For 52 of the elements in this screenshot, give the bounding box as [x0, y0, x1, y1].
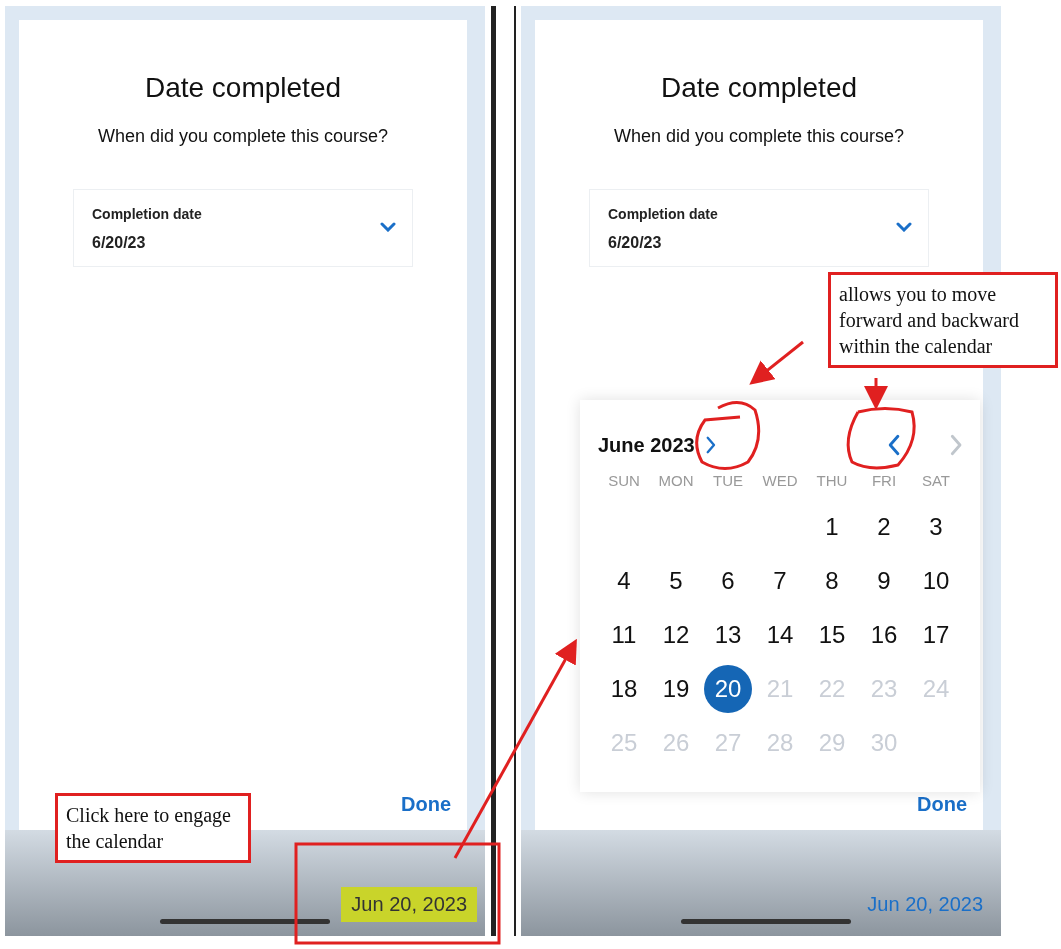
weekday-label: SUN	[607, 472, 641, 491]
weekday-label: FRI	[870, 472, 898, 491]
calendar-day[interactable]: 11	[600, 611, 648, 659]
done-button[interactable]: Done	[391, 789, 461, 820]
annotation-note: allows you to move forward and backward within the calendar	[828, 272, 1058, 368]
calendar-day[interactable]: 15	[808, 611, 856, 659]
chevron-right-icon	[948, 434, 962, 456]
calendar-day[interactable]: 14	[756, 611, 804, 659]
annotation-arrow	[864, 378, 888, 410]
circle-mark	[846, 407, 916, 470]
chevron-down-icon	[896, 222, 912, 232]
annotation-arrow	[749, 340, 804, 385]
date-button[interactable]: Jun 20, 2023	[341, 887, 477, 922]
calendar-day[interactable]: 17	[912, 611, 960, 659]
calendar-day[interactable]: 10	[912, 557, 960, 605]
screen-title: Date completed	[660, 72, 858, 104]
chevron-right-icon	[704, 436, 716, 454]
weekday-label: THU	[815, 472, 849, 491]
calendar-day[interactable]: 2	[860, 503, 908, 551]
field-value: 6/20/23	[608, 234, 663, 252]
calendar-day[interactable]: 19	[652, 665, 700, 713]
chevron-left-icon	[887, 434, 901, 456]
calendar-day[interactable]: 5	[652, 557, 700, 605]
question-text: When did you complete this course?	[97, 126, 389, 147]
calendar-day[interactable]: 3	[912, 503, 960, 551]
chevron-down-icon	[380, 222, 396, 232]
field-label: Completion date	[92, 206, 203, 222]
calendar-day[interactable]: 16	[860, 611, 908, 659]
calendar-day[interactable]: 8	[808, 557, 856, 605]
date-field[interactable]: Completion date 6/20/23	[589, 189, 929, 267]
done-button[interactable]: Done	[907, 789, 977, 820]
month-title: June 2023	[598, 433, 695, 457]
weekday-label: TUE	[712, 472, 744, 491]
calendar-day[interactable]: 12	[652, 611, 700, 659]
field-label: Completion date	[608, 206, 719, 222]
date-field[interactable]: Completion date 6/20/23	[73, 189, 413, 267]
question-text: When did you complete this course?	[613, 126, 905, 147]
calendar-day[interactable]: 7	[756, 557, 804, 605]
calendar-day[interactable]: 13	[704, 611, 752, 659]
annotation-note: Click here to engage the calendar	[55, 793, 251, 863]
calendar-day[interactable]: 18	[600, 665, 648, 713]
calendar-day[interactable]: 6	[704, 557, 752, 605]
field-value: 6/20/23	[92, 234, 147, 252]
calendar-day[interactable]: 1	[808, 503, 856, 551]
calendar-day[interactable]: 4	[600, 557, 648, 605]
calendar-day[interactable]: 9	[860, 557, 908, 605]
screen-title: Date completed	[144, 72, 342, 104]
weekday-label: SAT	[920, 472, 952, 491]
weekday-label: WED	[761, 472, 799, 491]
calendar-day[interactable]: 20	[704, 665, 752, 713]
circle-mark	[695, 401, 761, 470]
weekday-label: MON	[657, 472, 695, 491]
